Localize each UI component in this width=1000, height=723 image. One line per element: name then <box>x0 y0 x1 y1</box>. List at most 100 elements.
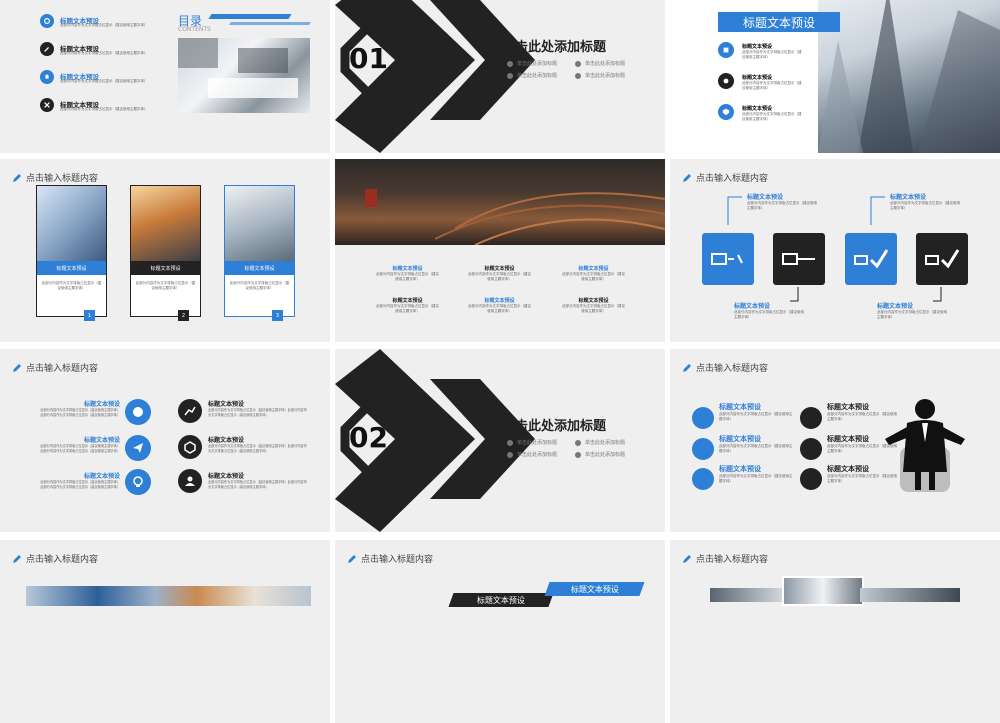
slide-4-cards[interactable]: 点击输入标题内容 标题文本预设 此部分内容作为文字排版占位显示（建议使用主题字体… <box>0 159 330 342</box>
wrench-icon <box>40 42 54 56</box>
slide-7-icons[interactable]: 点击输入标题内容 标题文本预设 此部分内容作为文字排版占位显示（建议使用主题字体… <box>0 349 330 532</box>
bullet-dot <box>575 73 581 79</box>
card-body: 此部分内容作为文字排版占位显示（建议使用主题字体） <box>225 275 294 297</box>
s5-block-3: 标题文本预设 此部分内容作为文字排版占位显示（建议使用主题字体） <box>561 265 626 282</box>
s5-block-5: 标题文本预设 此部分内容作为文字排版占位显示（建议使用主题字体） <box>467 297 532 314</box>
slide-12[interactable]: 点击输入标题内容 <box>670 540 1000 723</box>
bullet-text: 单击此处添加标题 <box>585 452 625 458</box>
slide-6-process[interactable]: 点击输入标题内容 标题文本预设 此部分内容作为文字排版占位显示（建议使用主题字体… <box>670 159 1000 342</box>
block-body: 此部分内容作为文字排版占位显示（建议使用主题字体） <box>561 304 626 314</box>
process-step-4 <box>916 233 968 285</box>
item-title: 标题文本预设 <box>208 471 308 480</box>
gear-icon <box>40 14 54 28</box>
toc-subtitle: CONTENTS <box>178 26 211 33</box>
bullet-circle <box>692 438 714 460</box>
block-title: 标题文本预设 <box>561 297 626 304</box>
bullet-text: 单击此处添加标题 <box>517 440 557 446</box>
process-label-bottom-1: 标题文本预设 此部分内容作为文字排版占位显示（建议使用主题字体） <box>734 301 804 320</box>
toc-item-body: 此部分内容作为文字排版占位显示（建议使用主题字体） <box>60 23 160 28</box>
s5-block-4: 标题文本预设 此部分内容作为文字排版占位显示（建议使用主题字体） <box>375 297 440 314</box>
slide-3-list[interactable]: 标题文本预设 标题文本预设 此部分内容作为文字排版占位显示（建议使用主题字体） … <box>670 0 1000 153</box>
item-body: 此部分内容作为文字排版占位显示（建议使用主题字体） <box>742 50 802 60</box>
pen-icon <box>12 173 22 183</box>
toc-bar <box>229 22 311 25</box>
slide-11[interactable]: 点击输入标题内容 标题文本预设 标题文本预设 <box>335 540 665 723</box>
s9-left-2: 标题文本预设 此部分内容作为文字排版占位显示（建议使用主题字体） <box>719 434 794 454</box>
slide-9-figure[interactable]: 点击输入标题内容 标题文本预设 此部分内容作为文字排版占位显示（建议使用主题字体… <box>670 349 1000 532</box>
slide-8-section[interactable]: 02 单击此处添加标题 单击此处添加标题 单击此处添加标题 单击此处添加标题 单… <box>335 349 665 532</box>
item-body: 此部分内容作为文字排版占位显示（建议使用主题字体）此部分内容作为文字排版占位显示… <box>208 480 308 490</box>
bullet-dot <box>575 452 581 458</box>
pen-icon <box>12 363 22 373</box>
slide-header: 点击输入标题内容 <box>347 552 433 565</box>
plug-disconnected-icon <box>708 244 748 274</box>
s7-right-1: 标题文本预设 此部分内容作为文字排版占位显示（建议使用主题字体）此部分内容作为文… <box>208 399 308 418</box>
item-title: 标题文本预设 <box>719 464 794 474</box>
s5-block-1: 标题文本预设 此部分内容作为文字排版占位显示（建议使用主题字体） <box>375 265 440 282</box>
item-title: 标题文本预设 <box>719 434 794 444</box>
s7-right-2: 标题文本预设 此部分内容作为文字排版占位显示（建议使用主题字体）此部分内容作为文… <box>208 435 308 454</box>
item-body: 此部分内容作为文字排版占位显示（建议使用主题字体）此部分内容作为文字排版占位显示… <box>208 408 308 418</box>
cube-icon <box>178 435 202 459</box>
process-step-2 <box>773 233 825 285</box>
label-body: 此部分内容作为文字排版占位显示（建议使用主题字体） <box>734 310 804 320</box>
item-body: 此部分内容作为文字排版占位显示（建议使用主题字体） <box>742 112 802 122</box>
item-body: 此部分内容作为文字排版占位显示（建议使用主题字体） <box>742 81 802 91</box>
banner-dark: 标题文本预设 <box>448 593 553 607</box>
plug-connected-icon <box>779 244 819 274</box>
block-title: 标题文本预设 <box>375 297 440 304</box>
card-1: 标题文本预设 此部分内容作为文字排版占位显示（建议使用主题字体） <box>36 185 107 317</box>
item-body: 此部分内容作为文字排版占位显示（建议使用主题字体）此部分内容作为文字排版占位显示… <box>40 444 120 454</box>
bullet-circle <box>692 468 714 490</box>
process-label-top-2: 标题文本预设 此部分内容作为文字排版占位显示（建议使用主题字体） <box>890 192 960 211</box>
bullet-circle <box>692 407 714 429</box>
slide-10[interactable]: 点击输入标题内容 <box>0 540 330 723</box>
section-bullets-right: 单击此处添加标题 单击此处添加标题 <box>575 58 625 82</box>
header-text: 点击输入标题内容 <box>26 171 98 184</box>
shield-icon <box>718 104 734 120</box>
bullet-text: 单击此处添加标题 <box>585 73 625 79</box>
bullet-text: 单击此处添加标题 <box>585 61 625 67</box>
slide-2-section[interactable]: 01 单击此处添加标题 单击此处添加标题 单击此处添加标题 单击此处添加标题 单… <box>335 0 665 153</box>
bullet-dot <box>507 440 513 446</box>
section-title: 单击此处添加标题 <box>502 36 606 55</box>
card-number: 3 <box>272 310 283 321</box>
s5-block-6: 标题文本预设 此部分内容作为文字排版占位显示（建议使用主题字体） <box>561 297 626 314</box>
section-bullets-left: 单击此处添加标题 单击此处添加标题 <box>507 437 557 461</box>
item-body: 此部分内容作为文字排版占位显示（建议使用主题字体） <box>719 444 794 454</box>
slide-5-photo-grid[interactable]: 标题文本预设 此部分内容作为文字排版占位显示（建议使用主题字体） 标题文本预设 … <box>335 159 665 342</box>
toc-bar <box>209 14 292 19</box>
item-title: 标题文本预设 <box>742 43 772 50</box>
s5-block-2: 标题文本预设 此部分内容作为文字排版占位显示（建议使用主题字体） <box>467 265 532 282</box>
bullet-circle <box>800 407 822 429</box>
slide-header: 点击输入标题内容 <box>12 552 98 565</box>
card-body: 此部分内容作为文字排版占位显示（建议使用主题字体） <box>37 275 106 297</box>
block-title: 标题文本预设 <box>375 265 440 272</box>
card-photo <box>225 186 294 261</box>
item-title: 标题文本预设 <box>40 471 120 480</box>
business-photo <box>178 38 310 113</box>
chart-icon <box>178 399 202 423</box>
bullet-text: 单击此处添加标题 <box>517 61 557 67</box>
slide-1-toc[interactable]: 标题文本预设 此部分内容作为文字排版占位显示（建议使用主题字体） 标题文本预设 … <box>0 0 330 153</box>
skyscraper-photo <box>818 0 1000 153</box>
item-title: 标题文本预设 <box>742 74 772 81</box>
slide-header: 点击输入标题内容 <box>12 171 98 184</box>
banner-title: 标题文本预设 <box>718 12 840 32</box>
bullet-circle <box>800 468 822 490</box>
card-photo <box>131 186 200 261</box>
section-title: 单击此处添加标题 <box>502 415 606 434</box>
block-body: 此部分内容作为文字排版占位显示（建议使用主题字体） <box>561 272 626 282</box>
photo-strip <box>26 586 311 606</box>
businessman-icon <box>885 397 965 492</box>
toc-item-body: 此部分内容作为文字排版占位显示（建议使用主题字体） <box>60 51 148 56</box>
block-body: 此部分内容作为文字排版占位显示（建议使用主题字体） <box>375 272 440 282</box>
toc-item-body: 此部分内容作为文字排版占位显示（建议使用主题字体） <box>60 79 148 84</box>
section-number: 02 <box>349 421 388 454</box>
bullet-text: 单击此处添加标题 <box>517 73 557 79</box>
pen-icon <box>682 554 692 564</box>
header-text: 点击输入标题内容 <box>26 552 98 565</box>
section-bullets-left: 单击此处添加标题 单击此处添加标题 <box>507 58 557 82</box>
bullet-dot <box>507 452 513 458</box>
railway-photo <box>335 159 665 245</box>
